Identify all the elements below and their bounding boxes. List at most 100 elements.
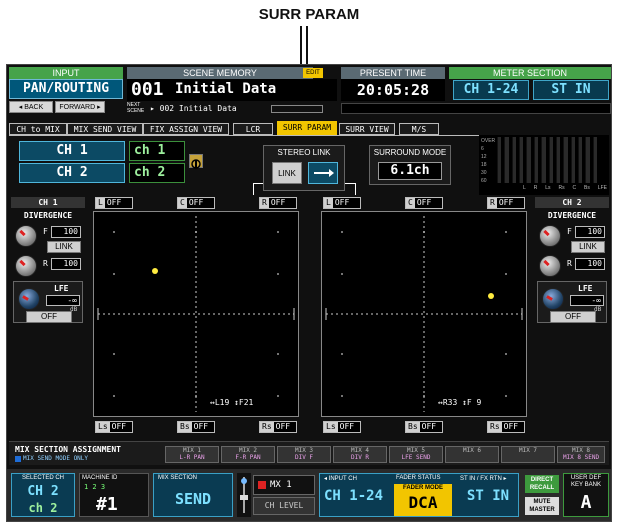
left-divergence-f-knob[interactable] bbox=[15, 225, 37, 247]
right-lfe-knob[interactable] bbox=[542, 288, 564, 310]
edit-badge: EDIT bbox=[303, 68, 323, 78]
selected-ch-box[interactable]: SELECTED CH CH 2 ch 2 bbox=[11, 473, 75, 517]
mix-color-chip bbox=[258, 481, 266, 489]
stereo-link-button[interactable]: LINK bbox=[272, 162, 302, 184]
forward-button[interactable]: FORWARD ▸ bbox=[55, 101, 105, 113]
right-pad-l-button[interactable]: L OFF bbox=[323, 197, 361, 209]
mix-cell-8[interactable]: MIX 8 MIX 8 SEND bbox=[557, 446, 605, 463]
left-surround-pad[interactable]: ↔L19 ↕F21 bbox=[93, 211, 299, 417]
left-pad-l-button[interactable]: L OFF bbox=[95, 197, 133, 209]
meter-bar bbox=[526, 137, 531, 183]
ch-b-select[interactable]: CH 2 bbox=[19, 163, 125, 183]
right-link-button[interactable]: LINK bbox=[571, 241, 605, 253]
meter-bar bbox=[548, 137, 553, 183]
link-direction-button[interactable] bbox=[308, 162, 338, 184]
left-pad-c-button[interactable]: C OFF bbox=[177, 197, 215, 209]
selected-ch-name: ch 2 bbox=[28, 501, 58, 515]
left-strip-ch: CH 1 bbox=[11, 197, 85, 208]
right-pad-r-button[interactable]: R OFF bbox=[487, 197, 525, 209]
knob-marker bbox=[19, 259, 26, 267]
user-def-box[interactable]: USER DEF KEY BANK A bbox=[563, 473, 609, 517]
fader-status-box: ◂ INPUT CH FADER STATUS ST IN / FX RTN ▸… bbox=[319, 473, 519, 517]
mix-cell-7[interactable]: MIX 7 bbox=[501, 446, 555, 463]
tab-mix-send-view[interactable]: MIX SEND VIEW bbox=[67, 123, 143, 135]
callout: SURR PARAM bbox=[0, 0, 618, 124]
back-button[interactable]: ◂ BACK bbox=[9, 101, 53, 113]
ch-a-select[interactable]: CH 1 bbox=[19, 141, 125, 161]
meter-left-button[interactable]: CH 1-24 bbox=[453, 80, 529, 100]
right-strip-ch: CH 2 bbox=[535, 197, 609, 208]
direct-recall-button[interactable]: DIRECT RECALL bbox=[525, 475, 559, 493]
right-pad-bs-button[interactable]: Bs OFF bbox=[405, 421, 443, 433]
st-in-value[interactable]: ST IN bbox=[458, 488, 518, 504]
mix-cell-4[interactable]: MIX 4 DIV R bbox=[333, 446, 387, 463]
input-ch-value[interactable]: CH 1-24 bbox=[324, 488, 392, 504]
surround-mode-value[interactable]: 6.1ch bbox=[378, 162, 442, 180]
scene-display[interactable]: 001 Initial Data bbox=[127, 79, 337, 101]
ch-a-name: ch 1 bbox=[129, 141, 185, 161]
function-name: PAN/ROUTING bbox=[9, 79, 123, 99]
machine-id-box: MACHINE ID 1 2 3 #1 bbox=[79, 473, 149, 517]
message-bar bbox=[341, 103, 611, 114]
right-pad-ls-button[interactable]: Ls OFF bbox=[323, 421, 361, 433]
machine-num: #1 bbox=[96, 494, 118, 515]
mix-cell-1[interactable]: MIX 1 L-R PAN bbox=[165, 446, 219, 463]
left-pad-bs-button[interactable]: Bs OFF bbox=[177, 421, 215, 433]
left-divergence-r-knob[interactable] bbox=[15, 255, 37, 277]
left-lfe-knob[interactable] bbox=[18, 288, 40, 310]
left-pad-ls-button[interactable]: Ls OFF bbox=[95, 421, 133, 433]
right-lfe-value: -∞ bbox=[570, 295, 604, 306]
callout-label: SURR PARAM bbox=[258, 6, 360, 23]
right-pan-position-marker[interactable] bbox=[488, 292, 495, 299]
right-pad-rs-button[interactable]: Rs OFF bbox=[487, 421, 525, 433]
meter-labels: L R Ls Rs C Bs LFE bbox=[523, 185, 607, 191]
ch-level-button[interactable]: CH LEVEL bbox=[253, 497, 315, 515]
right-strip: CH 2 DIVERGENCE F 100 LINK R 100 LFE -∞ … bbox=[535, 197, 609, 347]
mute-master-button[interactable]: MUTE MASTER bbox=[525, 497, 559, 515]
right-surround-pad[interactable]: ↔R33 ↕F 9 bbox=[321, 211, 527, 417]
left-lfe-box: LFE -∞ dB OFF bbox=[13, 281, 83, 323]
fader-status-label: FADER STATUS bbox=[396, 475, 441, 481]
fader-mode-box[interactable]: FADER MODE DCA bbox=[394, 484, 452, 516]
mix-cell-3[interactable]: MIX 3 DIV F bbox=[277, 446, 331, 463]
mix-assign-subtitle: MIX SEND MODE ONLY bbox=[23, 455, 89, 462]
mix-cell-6[interactable]: MIX 6 bbox=[445, 446, 499, 463]
link-line-right-v bbox=[355, 183, 356, 195]
meter-scale: OVER 6 12 18 30 60 bbox=[481, 138, 496, 184]
tab-ms[interactable]: M/S bbox=[399, 123, 439, 135]
st-in-label: ST IN / FX RTN ▸ bbox=[460, 476, 507, 482]
right-lfe-box: LFE -∞ dB OFF bbox=[537, 281, 607, 323]
right-f-value: 100 bbox=[575, 226, 605, 238]
pair-icon[interactable] bbox=[189, 154, 203, 169]
meter-bar bbox=[504, 137, 509, 183]
left-link-button[interactable]: LINK bbox=[47, 241, 81, 253]
left-pad-r-button[interactable]: R OFF bbox=[259, 197, 297, 209]
left-pad-grid bbox=[97, 216, 295, 412]
right-divergence-r-knob[interactable] bbox=[539, 255, 561, 277]
machine-digits: 1 2 3 bbox=[84, 483, 106, 491]
right-pad-readout: ↔R33 ↕F 9 bbox=[438, 398, 482, 407]
tab-fix-assign-view[interactable]: FIX ASSIGN VIEW bbox=[143, 123, 229, 135]
right-lfe-off-button[interactable]: OFF bbox=[550, 311, 596, 323]
left-lfe-off-button[interactable]: OFF bbox=[26, 311, 72, 323]
left-pad-rs-button[interactable]: Rs OFF bbox=[259, 421, 297, 433]
tab-lcr[interactable]: LCR bbox=[233, 123, 273, 135]
meter-bar bbox=[511, 137, 517, 183]
right-pad-c-button[interactable]: C OFF bbox=[405, 197, 443, 209]
right-r-value: 100 bbox=[575, 258, 605, 270]
surround-mode-panel: SURROUND MODE 6.1ch bbox=[369, 145, 451, 185]
meter-right-button[interactable]: ST IN bbox=[533, 80, 609, 100]
mix-cell-5[interactable]: MIX 5 LFE SEND bbox=[389, 446, 443, 463]
mix-section-box[interactable]: MIX SECTION SEND bbox=[153, 473, 233, 517]
machine-id-label: MACHINE ID bbox=[82, 475, 118, 481]
left-lfe-value: -∞ bbox=[46, 295, 80, 306]
mix-send-select[interactable]: MX 1 bbox=[253, 475, 315, 495]
mix-cell-2[interactable]: MIX 2 F-R PAN bbox=[221, 446, 275, 463]
meter-bars bbox=[497, 137, 598, 183]
tab-ch-to-mix[interactable]: CH to MIX bbox=[9, 123, 67, 135]
right-divergence-f-knob[interactable] bbox=[539, 225, 561, 247]
tab-surr-param[interactable]: SURR PARAM bbox=[277, 121, 337, 135]
tab-surr-view[interactable]: SURR VIEW bbox=[339, 123, 395, 135]
knob-marker bbox=[546, 295, 553, 301]
right-lfe-label: LFE bbox=[578, 284, 593, 293]
